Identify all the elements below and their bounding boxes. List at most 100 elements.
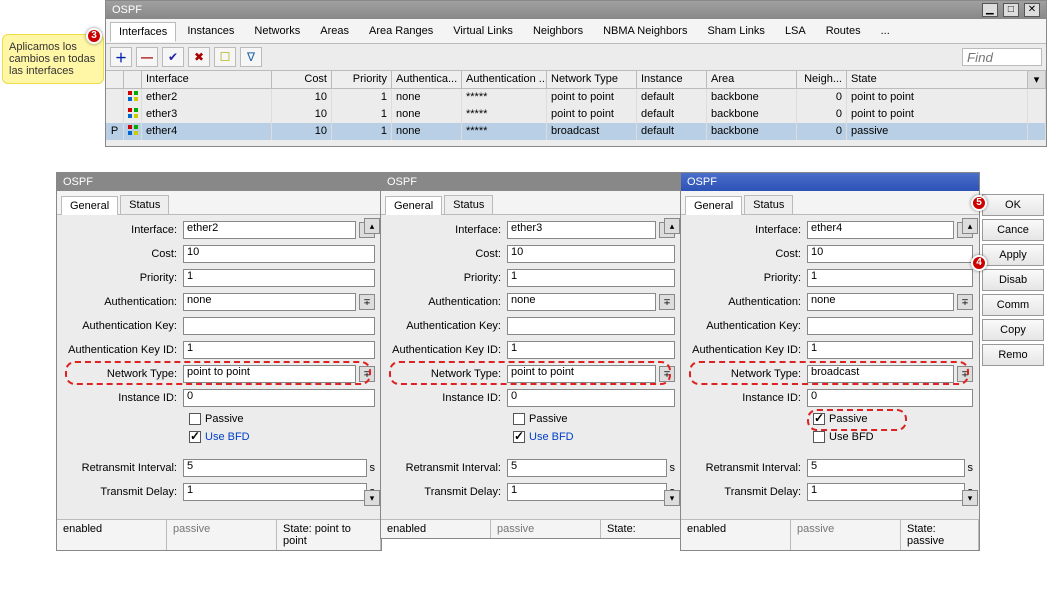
auth-key-field[interactable] bbox=[507, 317, 675, 335]
tab-general[interactable]: General bbox=[61, 196, 118, 215]
table-row[interactable]: Pether4101none*****broadcastdefaultbackb… bbox=[106, 123, 1046, 140]
scroll-down-icon[interactable]: ▾ bbox=[962, 490, 978, 506]
tab-status[interactable]: Status bbox=[120, 195, 169, 214]
dialog-titlebar: OSPF bbox=[57, 173, 381, 191]
passive-checkbox-row[interactable]: Passive bbox=[813, 413, 973, 425]
retransmit-field[interactable]: 5 bbox=[183, 459, 367, 477]
comment-button[interactable]: ☐ bbox=[214, 47, 236, 67]
scroll-up-icon[interactable]: ▴ bbox=[962, 218, 978, 234]
tab-interfaces[interactable]: Interfaces bbox=[110, 22, 176, 42]
disable-button[interactable]: ✖ bbox=[188, 47, 210, 67]
cancel-button[interactable]: Cance bbox=[982, 219, 1044, 241]
network-type-field[interactable]: point to point bbox=[183, 365, 356, 383]
priority-field[interactable]: 1 bbox=[507, 269, 675, 287]
transmit-delay-field[interactable]: 1 bbox=[183, 483, 367, 501]
network-type-field[interactable]: point to point bbox=[507, 365, 656, 383]
usebfd-checkbox[interactable] bbox=[189, 431, 201, 443]
usebfd-checkbox-row[interactable]: Use BFD bbox=[189, 431, 375, 443]
usebfd-checkbox-row[interactable]: Use BFD bbox=[513, 431, 675, 443]
interface-field[interactable]: ether2 bbox=[183, 221, 356, 239]
tab-areas[interactable]: Areas bbox=[311, 21, 358, 41]
retransmit-field[interactable]: 5 bbox=[507, 459, 667, 477]
cost-field[interactable]: 10 bbox=[507, 245, 675, 263]
scroll-down-icon[interactable]: ▾ bbox=[664, 490, 680, 506]
instance-id-field[interactable]: 0 bbox=[507, 389, 675, 407]
usebfd-checkbox[interactable] bbox=[513, 431, 525, 443]
tab-nbma-neighbors[interactable]: NBMA Neighbors bbox=[594, 21, 696, 41]
minimize-icon[interactable]: ▁ bbox=[982, 3, 998, 17]
tab-general[interactable]: General bbox=[685, 196, 742, 215]
instance-id-field[interactable]: 0 bbox=[807, 389, 973, 407]
dropdown-icon[interactable]: ∓ bbox=[957, 294, 973, 310]
dropdown-icon[interactable]: ∓ bbox=[957, 366, 973, 382]
usebfd-checkbox[interactable] bbox=[813, 431, 825, 443]
find-input[interactable] bbox=[962, 48, 1042, 66]
filter-button[interactable]: ∇ bbox=[240, 47, 262, 67]
remove-button[interactable]: — bbox=[136, 47, 158, 67]
auth-field[interactable]: none bbox=[507, 293, 656, 311]
status-state: State: point to point bbox=[277, 520, 381, 550]
auth-key-id-field[interactable]: 1 bbox=[183, 341, 375, 359]
apply-button[interactable]: Apply bbox=[982, 244, 1044, 266]
tab-status[interactable]: Status bbox=[744, 195, 793, 214]
tab-networks[interactable]: Networks bbox=[245, 21, 309, 41]
tab-lsa[interactable]: LSA bbox=[776, 21, 815, 41]
interface-field[interactable]: ether4 bbox=[807, 221, 954, 239]
label-auth: Authentication: bbox=[63, 296, 183, 308]
passive-checkbox-row[interactable]: Passive bbox=[189, 413, 375, 425]
instance-id-field[interactable]: 0 bbox=[183, 389, 375, 407]
add-button[interactable]: ＋ bbox=[110, 47, 132, 67]
passive-checkbox[interactable] bbox=[513, 413, 525, 425]
auth-key-field[interactable] bbox=[183, 317, 375, 335]
close-icon[interactable]: ✕ bbox=[1024, 3, 1040, 17]
maximize-icon[interactable]: □ bbox=[1003, 3, 1019, 17]
table-row[interactable]: ether3101none*****point to pointdefaultb… bbox=[106, 106, 1046, 123]
tab-virtual-links[interactable]: Virtual Links bbox=[444, 21, 522, 41]
tab-instances[interactable]: Instances bbox=[178, 21, 243, 41]
dropdown-icon[interactable]: ∓ bbox=[359, 294, 375, 310]
dropdown-icon[interactable]: ∓ bbox=[659, 294, 675, 310]
cost-field[interactable]: 10 bbox=[807, 245, 973, 263]
scroll-up-icon[interactable]: ▴ bbox=[664, 218, 680, 234]
scroll-down-icon[interactable]: ▾ bbox=[364, 490, 380, 506]
priority-field[interactable]: 1 bbox=[183, 269, 375, 287]
dropdown-icon[interactable]: ∓ bbox=[659, 366, 675, 382]
tab-area-ranges[interactable]: Area Ranges bbox=[360, 21, 442, 41]
tab-routes[interactable]: Routes bbox=[817, 21, 870, 41]
tab-sham-links[interactable]: Sham Links bbox=[698, 21, 773, 41]
main-titlebar: OSPF ▁ □ ✕ bbox=[106, 1, 1046, 19]
column-picker[interactable]: ▾ bbox=[1028, 71, 1046, 88]
priority-field[interactable]: 1 bbox=[807, 269, 973, 287]
copy-button[interactable]: Copy bbox=[982, 319, 1044, 341]
interface-field[interactable]: ether3 bbox=[507, 221, 656, 239]
ok-button[interactable]: OK bbox=[982, 194, 1044, 216]
usebfd-checkbox-row[interactable]: Use BFD bbox=[813, 431, 973, 443]
passive-checkbox[interactable] bbox=[813, 413, 825, 425]
status-enabled: enabled bbox=[381, 520, 491, 538]
cost-field[interactable]: 10 bbox=[183, 245, 375, 263]
tab--[interactable]: ... bbox=[872, 21, 899, 41]
dropdown-icon[interactable]: ∓ bbox=[359, 366, 375, 382]
disable-button[interactable]: Disab bbox=[982, 269, 1044, 291]
table-row[interactable]: ether2101none*****point to pointdefaultb… bbox=[106, 89, 1046, 106]
scroll-up-icon[interactable]: ▴ bbox=[364, 218, 380, 234]
auth-key-field[interactable] bbox=[807, 317, 973, 335]
comment-button[interactable]: Comm bbox=[982, 294, 1044, 316]
tab-general[interactable]: General bbox=[385, 196, 442, 215]
transmit-delay-field[interactable]: 1 bbox=[807, 483, 965, 501]
auth-field[interactable]: none bbox=[183, 293, 356, 311]
transmit-delay-field[interactable]: 1 bbox=[507, 483, 667, 501]
auth-key-id-field[interactable]: 1 bbox=[507, 341, 675, 359]
label-akey: Authentication Key: bbox=[687, 320, 807, 332]
enable-button[interactable]: ✔ bbox=[162, 47, 184, 67]
remove-button[interactable]: Remo bbox=[982, 344, 1044, 366]
passive-checkbox-row[interactable]: Passive bbox=[513, 413, 675, 425]
auth-field[interactable]: none bbox=[807, 293, 954, 311]
tab-status[interactable]: Status bbox=[444, 195, 493, 214]
auth-key-id-field[interactable]: 1 bbox=[807, 341, 973, 359]
retransmit-field[interactable]: 5 bbox=[807, 459, 965, 477]
tab-neighbors[interactable]: Neighbors bbox=[524, 21, 592, 41]
ospf-main-window: OSPF ▁ □ ✕ InterfacesInstancesNetworksAr… bbox=[105, 0, 1047, 147]
passive-checkbox[interactable] bbox=[189, 413, 201, 425]
network-type-field[interactable]: broadcast bbox=[807, 365, 954, 383]
